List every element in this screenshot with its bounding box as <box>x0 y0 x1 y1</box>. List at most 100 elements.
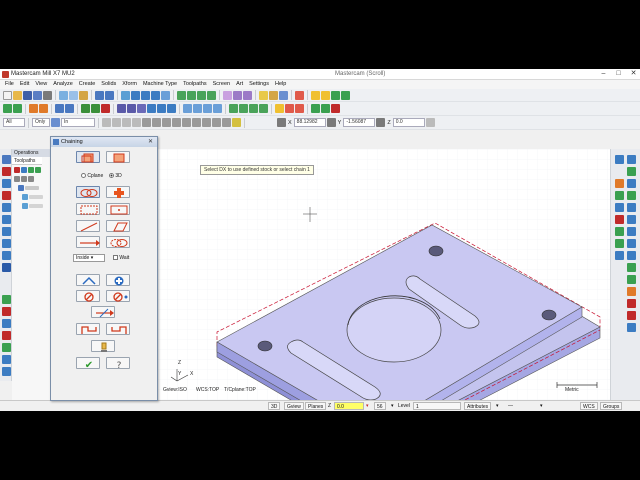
toggle-display-icon[interactable] <box>21 175 27 182</box>
single-select-icon[interactable] <box>142 118 151 127</box>
right-tool-9-icon[interactable] <box>627 203 636 212</box>
zoom-in-icon[interactable] <box>141 90 150 100</box>
groups-button[interactable]: Groups <box>600 402 623 410</box>
x-coordinate-field[interactable]: 88.12982 <box>293 118 326 127</box>
wcs-button[interactable]: WCS <box>580 402 598 410</box>
facing-toolpath-icon[interactable] <box>259 104 268 113</box>
cplane-radio-label[interactable]: Cplane <box>81 173 103 179</box>
last-button[interactable] <box>76 274 100 286</box>
vector-select-icon[interactable] <box>162 118 171 127</box>
menu-xform[interactable]: Xform <box>122 80 137 89</box>
backplot-ops-icon[interactable] <box>28 166 34 173</box>
chain-mode-button[interactable] <box>76 186 100 198</box>
right-tool-6-icon[interactable] <box>615 191 624 200</box>
mask-icon[interactable] <box>102 118 111 127</box>
create-letters-icon[interactable] <box>2 239 11 248</box>
zoom-out-icon[interactable] <box>151 90 160 100</box>
color-button[interactable]: 56 <box>374 402 386 410</box>
attribute-width-icon[interactable]: ▾ <box>540 402 543 410</box>
wait-checkbox-label[interactable]: Wait <box>113 255 129 261</box>
trim-icon[interactable] <box>101 104 110 113</box>
only-field[interactable]: Only <box>32 118 50 127</box>
fit-icon[interactable] <box>161 90 170 100</box>
create-point-icon[interactable] <box>2 155 11 164</box>
menu-create[interactable]: Create <box>79 80 96 89</box>
graphics-viewport[interactable]: Select DX to use defined stock or select… <box>157 149 610 403</box>
cplane-radio[interactable] <box>81 173 86 179</box>
level-field[interactable]: 1 <box>413 402 461 410</box>
right-tool-20-icon[interactable] <box>627 287 636 296</box>
surface-icon[interactable] <box>147 104 156 113</box>
pocket-toolpath-icon[interactable] <box>249 104 258 113</box>
menu-settings[interactable]: Settings <box>249 80 269 89</box>
z-dropdown-icon[interactable]: ▾ <box>366 402 369 410</box>
translate-icon[interactable] <box>183 104 192 113</box>
solid-select-icon[interactable] <box>172 118 181 127</box>
right-tool-4-icon[interactable] <box>615 179 624 188</box>
selection-mode-icon[interactable] <box>51 118 60 127</box>
solid-fillet-icon[interactable] <box>137 104 146 113</box>
options-button[interactable] <box>91 340 115 352</box>
backplot-icon[interactable] <box>341 90 350 100</box>
chamfer-icon[interactable] <box>65 104 74 113</box>
selection-mode-field[interactable]: In <box>61 118 95 127</box>
start-end-button[interactable] <box>76 323 100 335</box>
copy-icon[interactable] <box>69 90 78 100</box>
face-select-icon[interactable] <box>182 118 191 127</box>
right-tool-17-icon[interactable] <box>627 251 636 260</box>
ok-button[interactable]: ✔ <box>76 357 100 370</box>
zoom-window-icon[interactable] <box>131 90 140 100</box>
dynamic-mill-icon[interactable] <box>275 104 284 113</box>
create-arc-icon[interactable] <box>2 179 11 188</box>
right-tool-22-icon[interactable] <box>627 311 636 320</box>
solid-revolve-icon[interactable] <box>127 104 136 113</box>
new-file-icon[interactable] <box>3 90 12 100</box>
menu-analyze[interactable]: Analyze <box>53 80 73 89</box>
select-all-icon[interactable] <box>14 166 20 173</box>
chaining-dialog-titlebar[interactable]: Chaining ✕ <box>51 137 157 147</box>
right-tool-8-icon[interactable] <box>615 203 624 212</box>
z-lock-icon[interactable] <box>376 118 386 127</box>
create-fillet-icon[interactable] <box>2 191 11 200</box>
xform-offset-icon[interactable] <box>2 319 11 328</box>
view-side-icon[interactable] <box>197 90 206 100</box>
vector-select-button[interactable] <box>76 236 100 248</box>
reverse-button[interactable] <box>91 306 115 318</box>
chain-select-icon[interactable] <box>112 118 121 127</box>
select-chain-icon[interactable] <box>311 90 320 100</box>
chaining-close-button[interactable]: ✕ <box>146 138 155 146</box>
right-tool-14-icon[interactable] <box>615 239 624 248</box>
view3d-radio-label[interactable]: 3D <box>109 173 122 179</box>
line-icon[interactable] <box>13 104 22 113</box>
single-select-button[interactable] <box>76 220 100 232</box>
tab-toolpaths[interactable]: Toolpaths <box>12 157 42 165</box>
body-select-icon[interactable] <box>222 118 231 127</box>
save-icon[interactable] <box>23 90 32 100</box>
area-select-icon[interactable] <box>132 118 141 127</box>
contour-toolpath-icon[interactable] <box>229 104 238 113</box>
maximize-button[interactable]: □ <box>614 70 623 78</box>
help-button[interactable]: ? <box>106 357 130 370</box>
redo-icon[interactable] <box>105 90 114 100</box>
right-tool-16-icon[interactable] <box>615 251 624 260</box>
wait-checkbox[interactable] <box>113 255 118 261</box>
menu-help[interactable]: Help <box>275 80 286 89</box>
z-depth-field[interactable]: 0.0 <box>334 402 364 410</box>
rotate-icon[interactable] <box>193 104 202 113</box>
view-iso-icon[interactable] <box>207 90 216 100</box>
machine-group-icon[interactable] <box>18 184 24 191</box>
open-folder-icon[interactable] <box>13 90 22 100</box>
verify-ops-icon[interactable] <box>35 166 41 173</box>
paste-icon[interactable] <box>79 90 88 100</box>
lock-icon[interactable] <box>14 175 20 182</box>
create-solid-icon[interactable] <box>2 263 11 272</box>
fast-point-icon[interactable] <box>277 118 286 127</box>
unselect-all-button[interactable] <box>106 290 130 302</box>
close-button[interactable]: ✕ <box>629 70 638 78</box>
verify-select-icon[interactable] <box>212 118 221 127</box>
xform-translate-icon[interactable] <box>2 295 11 304</box>
toolpath-manager-icon[interactable] <box>295 90 304 100</box>
polygon-select-button[interactable] <box>106 220 130 232</box>
gview-button[interactable]: Gview <box>284 402 304 410</box>
create-bounding-box-icon[interactable] <box>2 251 11 260</box>
